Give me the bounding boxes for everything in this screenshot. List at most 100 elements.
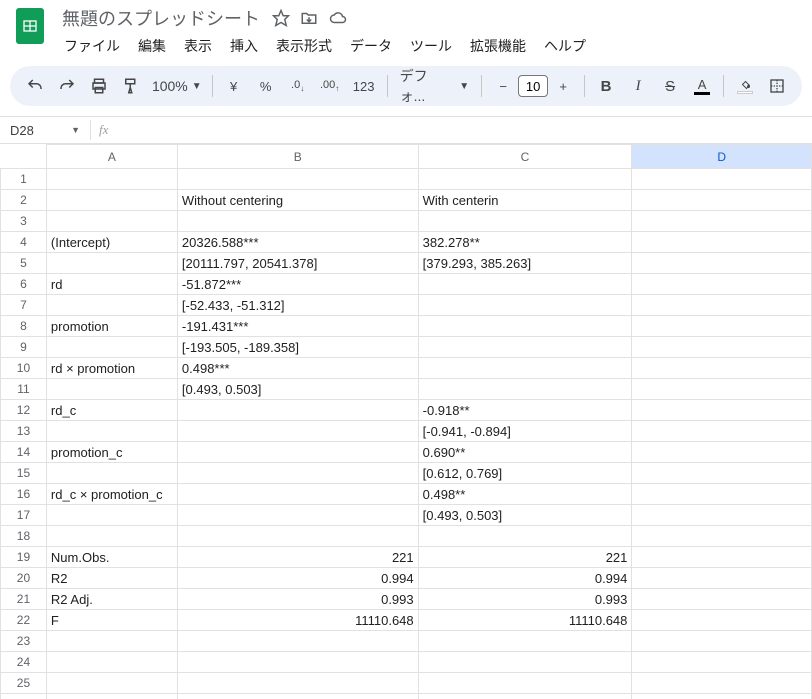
- print-button[interactable]: [84, 71, 114, 101]
- cell[interactable]: [177, 169, 418, 190]
- zoom-select[interactable]: 100%▼: [148, 78, 206, 94]
- cloud-icon[interactable]: [328, 9, 348, 27]
- cell[interactable]: [418, 652, 632, 673]
- italic-button[interactable]: I: [623, 71, 653, 101]
- decrease-font-button[interactable]: −: [488, 71, 518, 101]
- cell[interactable]: [177, 400, 418, 421]
- app-logo[interactable]: [10, 6, 50, 46]
- move-icon[interactable]: [300, 9, 318, 27]
- cell[interactable]: [632, 379, 812, 400]
- cell[interactable]: [418, 169, 632, 190]
- cell[interactable]: [418, 358, 632, 379]
- cell[interactable]: [418, 526, 632, 547]
- cell[interactable]: [632, 442, 812, 463]
- cell[interactable]: [177, 673, 418, 694]
- row-header[interactable]: 6: [1, 274, 47, 295]
- cell[interactable]: 0.498**: [418, 484, 632, 505]
- currency-button[interactable]: ¥: [219, 71, 249, 101]
- cell[interactable]: [46, 421, 177, 442]
- menu-tools[interactable]: ツール: [402, 32, 460, 60]
- cell[interactable]: [632, 589, 812, 610]
- number-format-button[interactable]: 123: [347, 71, 381, 101]
- cell[interactable]: 221: [418, 547, 632, 568]
- row-header[interactable]: 15: [1, 463, 47, 484]
- cell[interactable]: [46, 253, 177, 274]
- col-header-d[interactable]: D: [632, 145, 812, 169]
- cell[interactable]: [177, 421, 418, 442]
- percent-button[interactable]: %: [251, 71, 281, 101]
- cell[interactable]: [46, 190, 177, 211]
- cell[interactable]: [0.493, 0.503]: [418, 505, 632, 526]
- cell[interactable]: [632, 190, 812, 211]
- cell[interactable]: (Intercept): [46, 232, 177, 253]
- row-header[interactable]: 20: [1, 568, 47, 589]
- row-header[interactable]: 25: [1, 673, 47, 694]
- cell[interactable]: [418, 631, 632, 652]
- row-header[interactable]: 12: [1, 400, 47, 421]
- cell[interactable]: [-52.433, -51.312]: [177, 295, 418, 316]
- menu-edit[interactable]: 編集: [130, 32, 174, 60]
- cell[interactable]: 0.993: [418, 589, 632, 610]
- cell[interactable]: [20111.797, 20541.378]: [177, 253, 418, 274]
- cell[interactable]: [46, 295, 177, 316]
- cell[interactable]: rd_c × promotion_c: [46, 484, 177, 505]
- row-header[interactable]: 14: [1, 442, 47, 463]
- cell[interactable]: [632, 253, 812, 274]
- cell[interactable]: 221: [177, 547, 418, 568]
- cell[interactable]: [418, 694, 632, 699]
- row-header[interactable]: 24: [1, 652, 47, 673]
- cell[interactable]: [632, 631, 812, 652]
- col-header-b[interactable]: B: [177, 145, 418, 169]
- row-header[interactable]: 2: [1, 190, 47, 211]
- cell[interactable]: R2 Adj.: [46, 589, 177, 610]
- cell[interactable]: [418, 316, 632, 337]
- cell[interactable]: -51.872***: [177, 274, 418, 295]
- font-size-input[interactable]: [518, 75, 548, 97]
- cell[interactable]: [-0.941, -0.894]: [418, 421, 632, 442]
- cell[interactable]: [46, 673, 177, 694]
- increase-decimal-button[interactable]: .00↑: [315, 71, 345, 101]
- cell[interactable]: [632, 316, 812, 337]
- menu-insert[interactable]: 挿入: [222, 32, 266, 60]
- menu-file[interactable]: ファイル: [56, 32, 128, 60]
- redo-button[interactable]: [52, 71, 82, 101]
- bold-button[interactable]: B: [591, 71, 621, 101]
- cell[interactable]: [46, 463, 177, 484]
- cell[interactable]: [46, 652, 177, 673]
- cell[interactable]: [379.293, 385.263]: [418, 253, 632, 274]
- cell[interactable]: [177, 505, 418, 526]
- menu-help[interactable]: ヘルプ: [536, 32, 594, 60]
- cell[interactable]: 0.994: [418, 568, 632, 589]
- cell[interactable]: [177, 463, 418, 484]
- cell[interactable]: [177, 631, 418, 652]
- cell[interactable]: [632, 568, 812, 589]
- cell[interactable]: [632, 169, 812, 190]
- cell[interactable]: [46, 337, 177, 358]
- cell[interactable]: [177, 694, 418, 699]
- cell[interactable]: [-193.505, -189.358]: [177, 337, 418, 358]
- cell[interactable]: [46, 631, 177, 652]
- row-header[interactable]: 11: [1, 379, 47, 400]
- cell[interactable]: With centerin: [418, 190, 632, 211]
- row-header[interactable]: 8: [1, 316, 47, 337]
- cell[interactable]: [632, 610, 812, 631]
- formula-input[interactable]: [116, 117, 812, 143]
- menu-extensions[interactable]: 拡張機能: [462, 32, 534, 60]
- cell[interactable]: Num.Obs.: [46, 547, 177, 568]
- cell[interactable]: [177, 211, 418, 232]
- cell[interactable]: [632, 652, 812, 673]
- cell[interactable]: [632, 463, 812, 484]
- cell[interactable]: F: [46, 610, 177, 631]
- menu-format[interactable]: 表示形式: [268, 32, 340, 60]
- cell[interactable]: [46, 169, 177, 190]
- cell[interactable]: [632, 211, 812, 232]
- row-header[interactable]: 22: [1, 610, 47, 631]
- cell[interactable]: [632, 274, 812, 295]
- cell[interactable]: [632, 547, 812, 568]
- spreadsheet-grid[interactable]: A B C D 12Without centeringWith centerin…: [0, 144, 812, 699]
- row-header[interactable]: 18: [1, 526, 47, 547]
- cell[interactable]: [46, 211, 177, 232]
- doc-title[interactable]: 無題のスプレッドシート: [56, 5, 266, 31]
- row-header[interactable]: 26: [1, 694, 47, 699]
- row-header[interactable]: 3: [1, 211, 47, 232]
